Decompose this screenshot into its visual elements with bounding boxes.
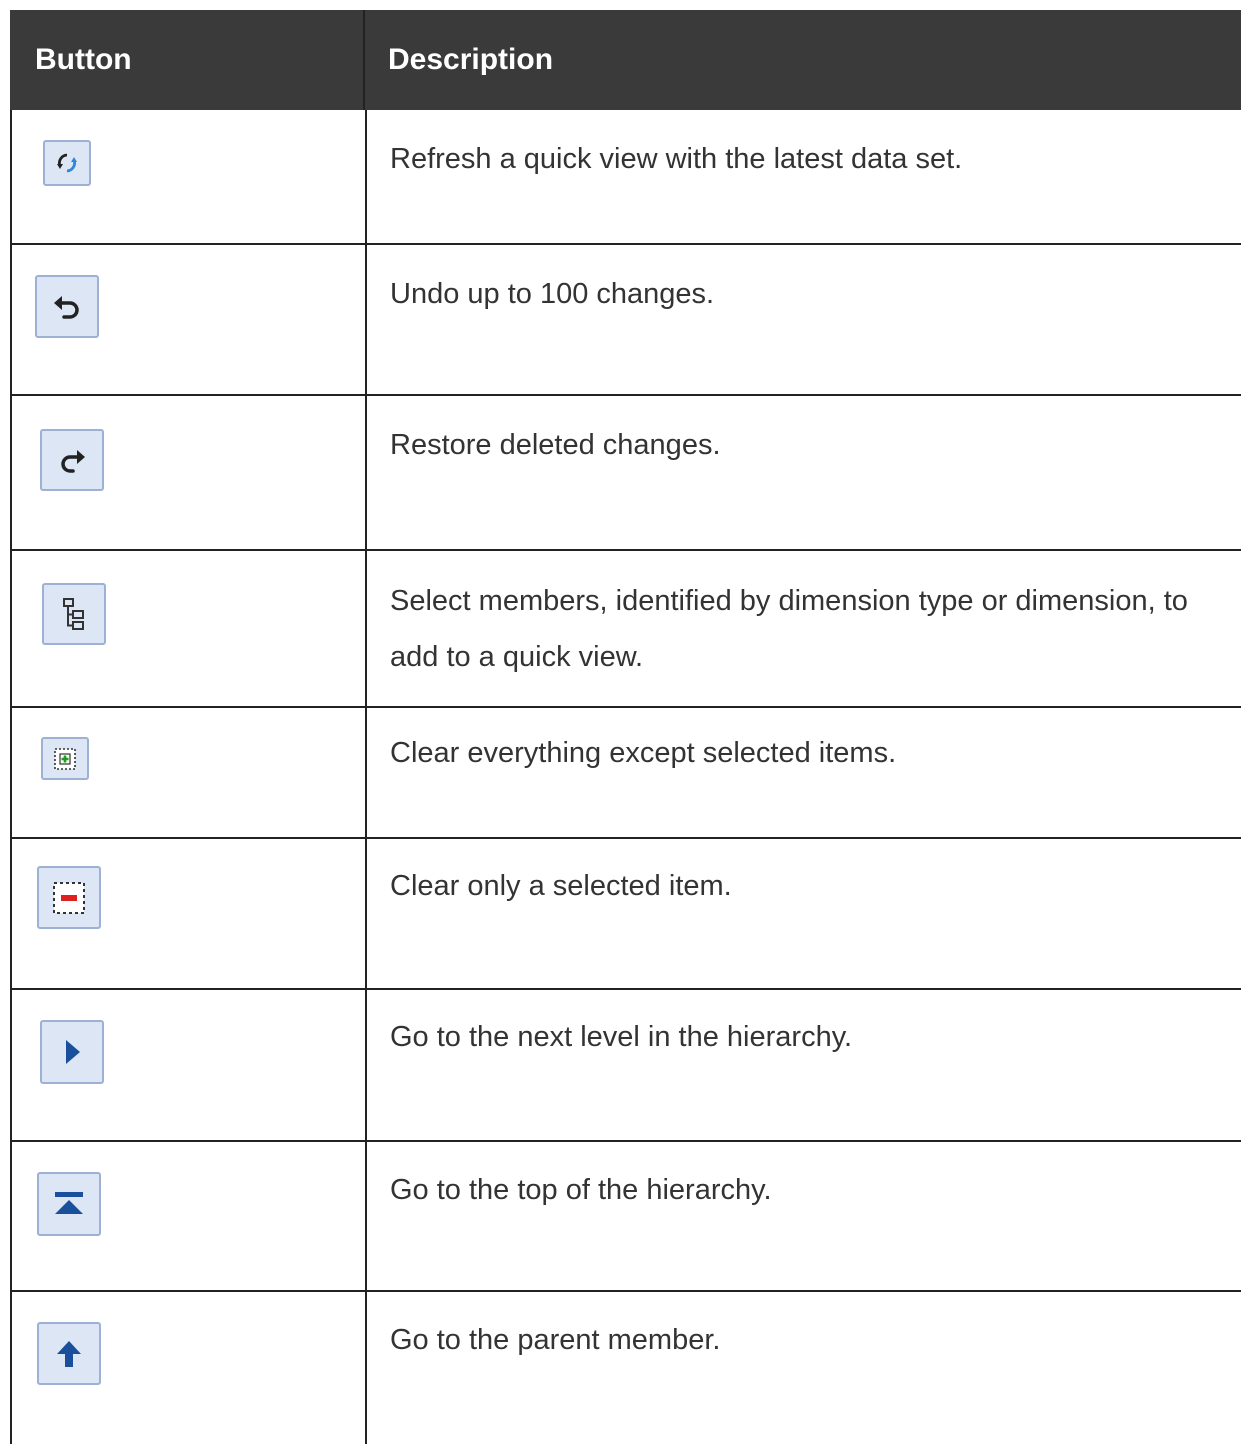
member-selector-button[interactable] (42, 583, 106, 645)
redo-icon (61, 450, 85, 473)
next-level-button[interactable] (40, 1020, 104, 1084)
table-row: Go to the parent member. (10, 1292, 1241, 1444)
table-row: Refresh a quick view with the latest dat… (10, 110, 1241, 245)
row-description: Undo up to 100 changes. (390, 278, 715, 310)
top-of-hierarchy-icon (55, 1192, 83, 1214)
keep-selected-button[interactable] (41, 737, 89, 780)
row-description: Go to the next level in the hierarchy. (390, 1021, 853, 1053)
next-level-icon (66, 1040, 80, 1064)
row-description: Restore deleted changes. (390, 429, 721, 461)
row-description: Refresh a quick view with the latest dat… (390, 143, 963, 175)
table-row: Clear everything except selected items. (10, 708, 1241, 839)
header-description: Description (388, 43, 554, 76)
parent-member-icon (57, 1340, 81, 1367)
row-description: Clear everything except selected items. (390, 737, 897, 769)
undo-button[interactable] (35, 275, 99, 338)
member-selector-icon (63, 598, 84, 630)
button-description-table: Button Description Refresh a quick view … (10, 10, 1241, 1444)
row-description: Clear only a selected item. (390, 870, 732, 902)
table-row: Restore deleted changes. (10, 396, 1241, 551)
remove-selected-icon (53, 881, 85, 914)
undo-icon (54, 295, 79, 319)
refresh-button[interactable] (43, 140, 91, 186)
parent-member-button[interactable] (37, 1322, 101, 1385)
table-row: Go to the top of the hierarchy. (10, 1142, 1241, 1292)
row-description: Select members, identified by dimension … (390, 585, 1188, 673)
remove-selected-button[interactable] (37, 866, 101, 929)
keep-selected-icon (54, 747, 76, 770)
redo-button[interactable] (40, 429, 104, 491)
row-description: Go to the top of the hierarchy. (390, 1174, 772, 1206)
refresh-icon (57, 153, 77, 173)
table-row: Undo up to 100 changes. (10, 245, 1241, 396)
table-row: Clear only a selected item. (10, 839, 1241, 990)
table-header: Button Description (10, 10, 1241, 110)
header-button: Button (10, 10, 365, 110)
table-row: Go to the next level in the hierarchy. (10, 990, 1241, 1142)
row-description: Go to the parent member. (390, 1324, 721, 1356)
top-of-hierarchy-button[interactable] (37, 1172, 101, 1236)
table-row: Select members, identified by dimension … (10, 551, 1241, 708)
